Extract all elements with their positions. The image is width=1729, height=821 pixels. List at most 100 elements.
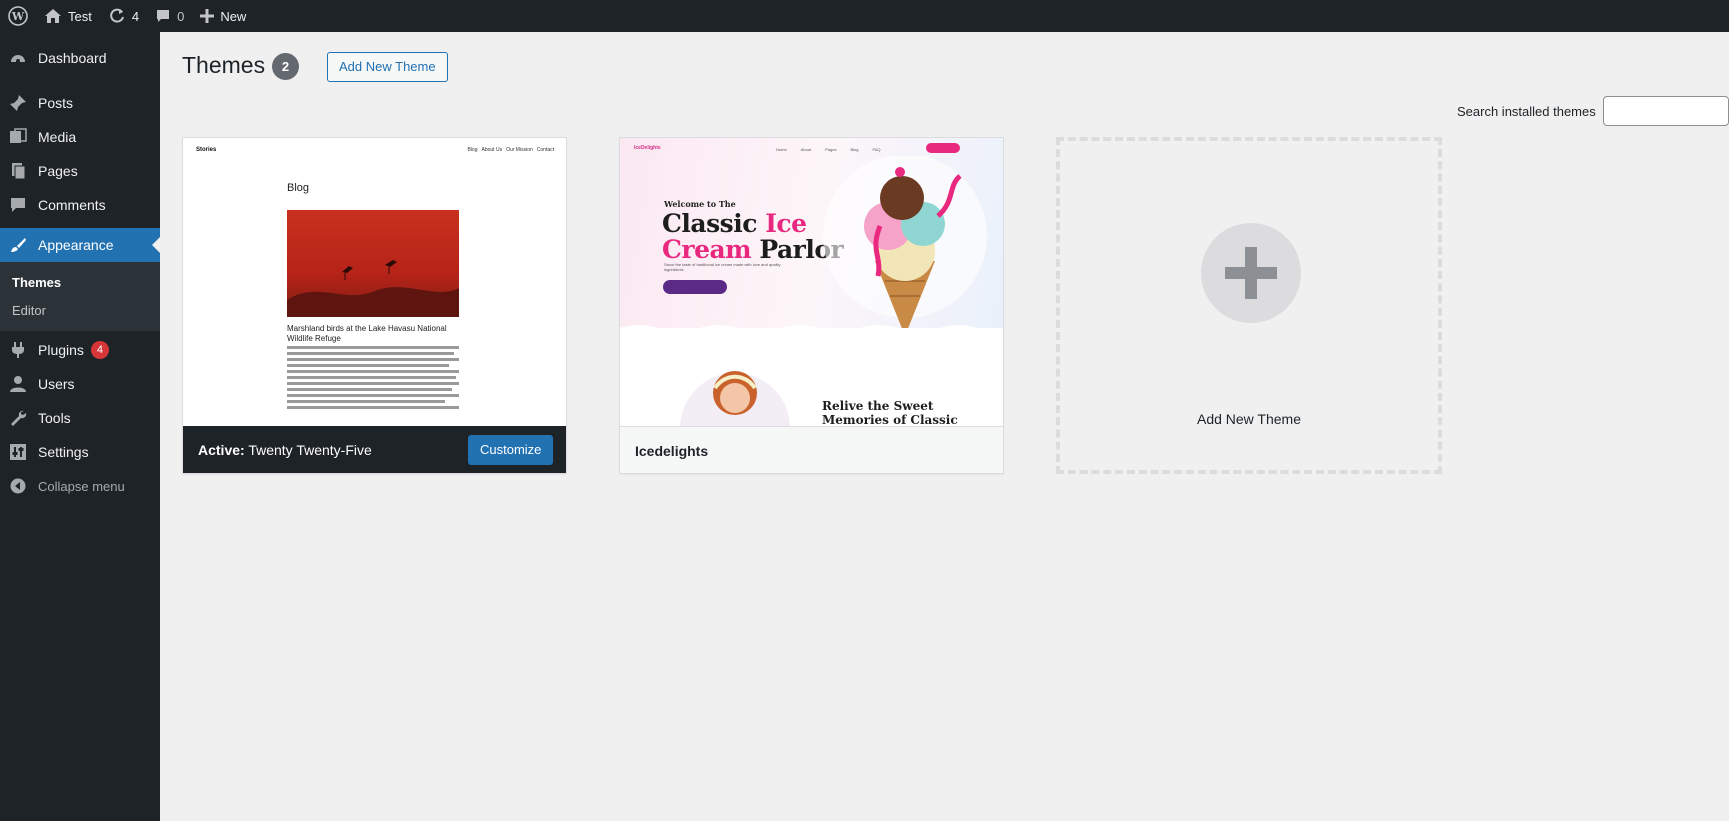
comment-bubble-icon <box>155 8 171 24</box>
sidebar-item-label: Users <box>38 376 75 392</box>
headline-word: Cream <box>662 235 752 264</box>
updates-count: 4 <box>131 8 140 24</box>
headline-word: Ice <box>765 209 807 238</box>
preview-brand: IceDelights <box>634 145 661 151</box>
updates-link[interactable]: 4 <box>100 0 147 32</box>
sidebar-item-label: Tools <box>38 410 71 426</box>
preview-logo: Stories <box>196 147 217 153</box>
plug-icon <box>8 340 28 360</box>
sidebar-item-tools[interactable]: Tools <box>0 401 160 435</box>
preview-nav-item: Our Mission <box>506 147 533 153</box>
sidebar-item-label: Appearance <box>38 237 114 253</box>
customize-button[interactable]: Customize <box>468 435 554 465</box>
search-label: Search installed themes <box>1457 104 1596 119</box>
preview-nav-item: About Us <box>481 147 503 153</box>
wave-divider-icon <box>620 325 1003 338</box>
preview-nav-item: Contact <box>536 147 554 153</box>
sidebar-item-label: Plugins <box>38 342 84 358</box>
preview-image <box>287 210 459 317</box>
home-icon <box>44 8 62 24</box>
preview-caption: Marshland birds at the Lake Havasu Natio… <box>287 324 447 343</box>
theme-name-text: Twenty Twenty-Five <box>248 442 372 458</box>
wordpress-logo-icon[interactable]: W <box>0 0 36 32</box>
plugins-update-badge: 4 <box>90 341 109 359</box>
sidebar-item-label: Comments <box>38 197 106 213</box>
search-input[interactable] <box>1603 96 1729 126</box>
preview-nav-item: Blog <box>467 147 478 153</box>
sidebar-item-label: Settings <box>38 444 89 460</box>
user-icon <box>8 374 28 394</box>
sidebar-item-pages[interactable]: Pages <box>0 154 160 188</box>
theme-card-twenty-twenty-five[interactable]: Stories Blog About Us Our Mission Contac… <box>182 137 567 474</box>
sidebar-item-plugins[interactable]: Plugins 4 <box>0 333 160 367</box>
collapse-arrow-icon <box>8 476 28 496</box>
submenu-item-editor[interactable]: Editor <box>0 297 160 325</box>
sidebar-item-label: Media <box>38 129 77 145</box>
new-content-link[interactable]: New <box>192 0 254 32</box>
preview-nav: Home About Pages Blog FAQ <box>776 147 881 152</box>
ice-cream-cone-icon <box>823 156 987 336</box>
active-label: Active: <box>198 442 245 458</box>
theme-bar: Icedelights <box>620 426 1003 473</box>
main-content: Themes 2 Add New Theme Search installed … <box>160 32 1729 821</box>
preview-nav-item: Home <box>776 147 787 152</box>
collapse-menu-label: Collapse menu <box>38 478 125 494</box>
collapse-menu-button[interactable]: Collapse menu <box>0 469 160 503</box>
preview-nav: Blog About Us Our Mission Contact <box>467 147 554 153</box>
preview-welcome: Welcome to The <box>664 199 736 209</box>
preview-section-title: Relive the Sweet Memories of Classic Ice… <box>822 399 958 426</box>
preview-headline: Classic Ice Cream Parlor <box>662 209 844 264</box>
plus-icon <box>200 9 215 23</box>
theme-screenshot[interactable]: IceDelights Home About Pages Blog FAQ We… <box>620 138 1003 426</box>
preview-body-text <box>287 346 459 412</box>
sliders-icon <box>8 442 28 462</box>
headline-word: Classic <box>662 209 757 238</box>
pages-icon <box>8 161 28 181</box>
sidebar-item-dashboard[interactable]: Dashboard <box>0 41 160 75</box>
preview-nav-item: Pages <box>825 147 837 152</box>
sidebar-item-label: Dashboard <box>38 50 107 66</box>
theme-card-icedelights[interactable]: IceDelights Home About Pages Blog FAQ We… <box>619 137 1004 474</box>
wrench-icon <box>8 408 28 428</box>
site-name-link[interactable]: Test <box>36 0 100 32</box>
active-theme-bar: Active: Twenty Twenty-Five Customize <box>183 426 566 473</box>
new-label: New <box>220 8 247 24</box>
preview-nav-item: Blog <box>850 147 859 152</box>
sidebar-item-label: Pages <box>38 163 78 179</box>
preview-cta-pill <box>926 143 960 153</box>
pin-icon <box>8 93 28 113</box>
svg-text:W: W <box>11 10 25 23</box>
plus-icon <box>1201 223 1301 323</box>
sidebar-item-media[interactable]: Media <box>0 120 160 154</box>
admin-bar: W Test 4 0 New <box>0 0 1729 32</box>
theme-name-text: Icedelights <box>635 443 709 459</box>
sidebar-item-settings[interactable]: Settings <box>0 435 160 469</box>
brush-icon <box>8 235 28 255</box>
theme-count-badge: 2 <box>272 53 299 80</box>
comments-count: 0 <box>177 8 185 24</box>
theme-name: Active: Twenty Twenty-Five <box>198 442 372 458</box>
appearance-submenu: Themes Editor <box>0 262 160 331</box>
add-new-theme-card[interactable]: Add New Theme <box>1056 137 1442 474</box>
comments-link[interactable]: 0 <box>147 0 192 32</box>
sidebar-item-comments[interactable]: Comments <box>0 188 160 222</box>
media-icon <box>8 127 28 147</box>
admin-sidebar: Dashboard Posts Media Pages Comments App… <box>0 32 160 821</box>
page-title: Themes <box>182 52 266 78</box>
add-new-theme-button[interactable]: Add New Theme <box>327 52 448 82</box>
theme-screenshot[interactable]: Stories Blog About Us Our Mission Contac… <box>183 138 566 426</box>
sidebar-item-posts[interactable]: Posts <box>0 86 160 120</box>
sidebar-item-users[interactable]: Users <box>0 367 160 401</box>
sidebar-item-label: Posts <box>38 95 74 111</box>
comment-icon <box>8 195 28 215</box>
girl-photo-icon <box>680 371 790 426</box>
submenu-item-themes[interactable]: Themes <box>0 269 160 297</box>
sidebar-item-appearance[interactable]: Appearance <box>0 228 160 262</box>
preview-button <box>663 280 727 294</box>
site-name: Test <box>68 8 92 24</box>
preview-nav-item: FAQ <box>872 147 881 152</box>
dashboard-icon <box>8 48 28 68</box>
refresh-icon <box>108 7 126 25</box>
add-new-theme-label: Add New Theme <box>1196 411 1301 427</box>
preview-heading: Blog <box>287 182 310 194</box>
